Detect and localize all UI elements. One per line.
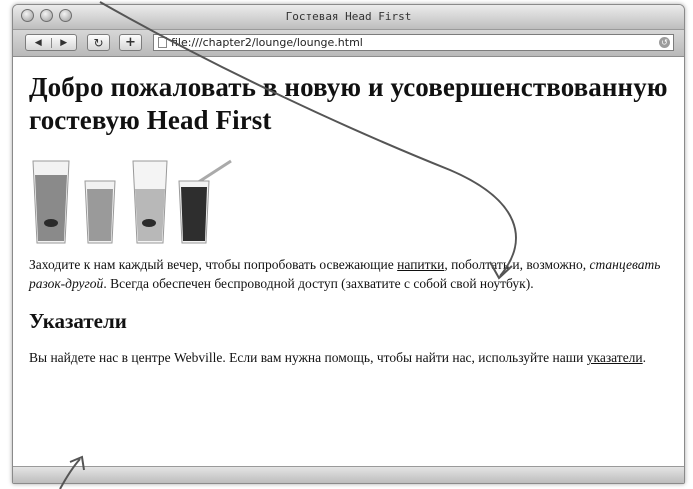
snapback-icon[interactable]: ↺ (659, 37, 670, 48)
directions-paragraph: Вы найдете нас в центре Webville. Если в… (29, 348, 668, 367)
page-heading: Добро пожаловать в новую и усовершенство… (29, 72, 668, 135)
intro-paragraph: Заходите к нам каждый вечер, чтобы попро… (29, 255, 668, 293)
page-content: Добро пожаловать в новую и усовершенство… (13, 71, 684, 367)
directions-heading: Указатели (29, 309, 127, 333)
drinks-image (29, 157, 668, 249)
directions-text-start: Вы найдете нас в центре Webville. Если в… (29, 350, 587, 365)
file-icon (158, 37, 167, 48)
drinks-link[interactable]: напитки (397, 257, 444, 272)
browser-window: Гостевая Head First ◀ ▶ ↻ + file:///chap… (12, 4, 685, 484)
window-title: Гостевая Head First (285, 10, 412, 23)
drink-glass-4 (178, 159, 232, 244)
title-bar: Гостевая Head First (13, 5, 684, 30)
add-bookmark-button[interactable]: + (119, 34, 142, 51)
directions-link[interactable]: указатели (587, 350, 643, 365)
window-bottom-bar (13, 466, 684, 483)
drink-glass-1 (32, 160, 70, 244)
address-text: file:///chapter2/lounge/lounge.html (171, 36, 363, 49)
back-button[interactable]: ◀ (26, 38, 51, 48)
intro-text-start: Заходите к нам каждый вечер, чтобы попро… (29, 257, 398, 272)
directions-text-end: . (642, 350, 647, 365)
back-forward-buttons: ◀ ▶ (25, 34, 77, 51)
drink-glass-2 (84, 180, 116, 244)
intro-text-end: . Всегда обеспечен беспроводной доступ (… (103, 276, 534, 291)
drink-glass-3 (132, 160, 168, 244)
forward-button[interactable]: ▶ (50, 37, 77, 48)
reload-button[interactable]: ↻ (87, 34, 110, 51)
intro-text-middle: , поболтать и, возможно, (444, 257, 590, 272)
address-bar[interactable]: file:///chapter2/lounge/lounge.html ↺ (153, 34, 674, 51)
browser-toolbar: ◀ ▶ ↻ + file:///chapter2/lounge/lounge.h… (13, 30, 684, 57)
